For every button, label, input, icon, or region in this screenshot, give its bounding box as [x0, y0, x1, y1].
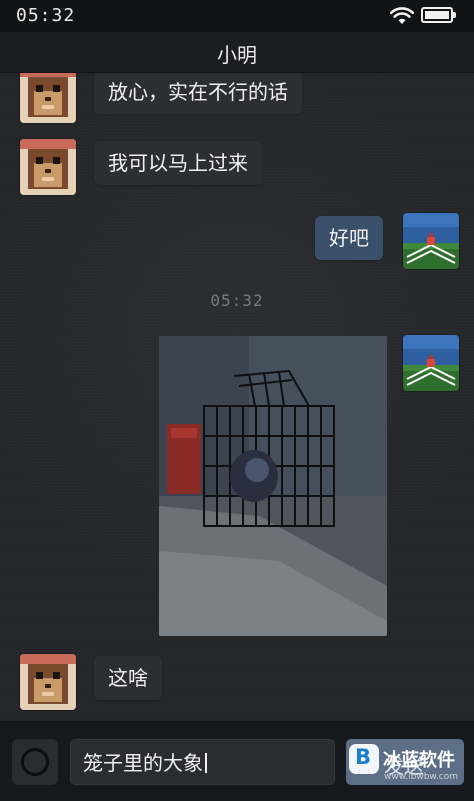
message-photo[interactable]	[159, 336, 387, 636]
chat-title: 小明	[217, 43, 257, 67]
watermark-name: 冰蓝软件	[383, 750, 455, 771]
text-cursor	[205, 753, 207, 773]
my-avatar[interactable]	[403, 213, 459, 269]
status-time: 05:32	[16, 5, 76, 26]
hamster-avatar-icon	[20, 73, 76, 123]
watermark-logo-icon: B	[349, 744, 379, 774]
contact-avatar[interactable]	[20, 139, 76, 195]
message-timestamp: 05:32	[210, 291, 264, 310]
wifi-icon	[390, 7, 414, 24]
contact-avatar[interactable]	[20, 73, 76, 123]
watermark-url: www.lbwbw.com	[384, 772, 459, 782]
my-avatar[interactable]	[403, 335, 459, 391]
message-bubble[interactable]: 好吧	[315, 216, 383, 260]
landscape-avatar-icon	[403, 213, 459, 269]
message-input-text: 笼子里的大象	[83, 751, 203, 775]
title-bar: 小明	[0, 32, 474, 73]
hamster-avatar-icon	[20, 139, 76, 195]
message-input[interactable]: 笼子里的大象	[70, 739, 335, 785]
message-bubble[interactable]: 放心，实在不行的话	[94, 73, 302, 114]
landscape-avatar-icon	[403, 335, 459, 391]
status-bar: 05:32	[0, 0, 474, 32]
voice-button[interactable]	[12, 739, 58, 785]
battery-icon	[421, 7, 456, 23]
cage-photo-image	[159, 336, 387, 636]
hamster-avatar-icon	[20, 654, 76, 710]
input-bar: 笼子里的大象 发送 B 冰蓝软件 www.lbwbw.com	[0, 721, 474, 801]
chat-area[interactable]: 放心，实在不行的话 我可以马上过来 好吧 05:32 这啥	[0, 73, 474, 721]
message-bubble[interactable]: 这啥	[94, 656, 162, 700]
contact-avatar[interactable]	[20, 654, 76, 710]
voice-icon	[21, 748, 49, 776]
message-bubble[interactable]: 我可以马上过来	[94, 141, 262, 185]
